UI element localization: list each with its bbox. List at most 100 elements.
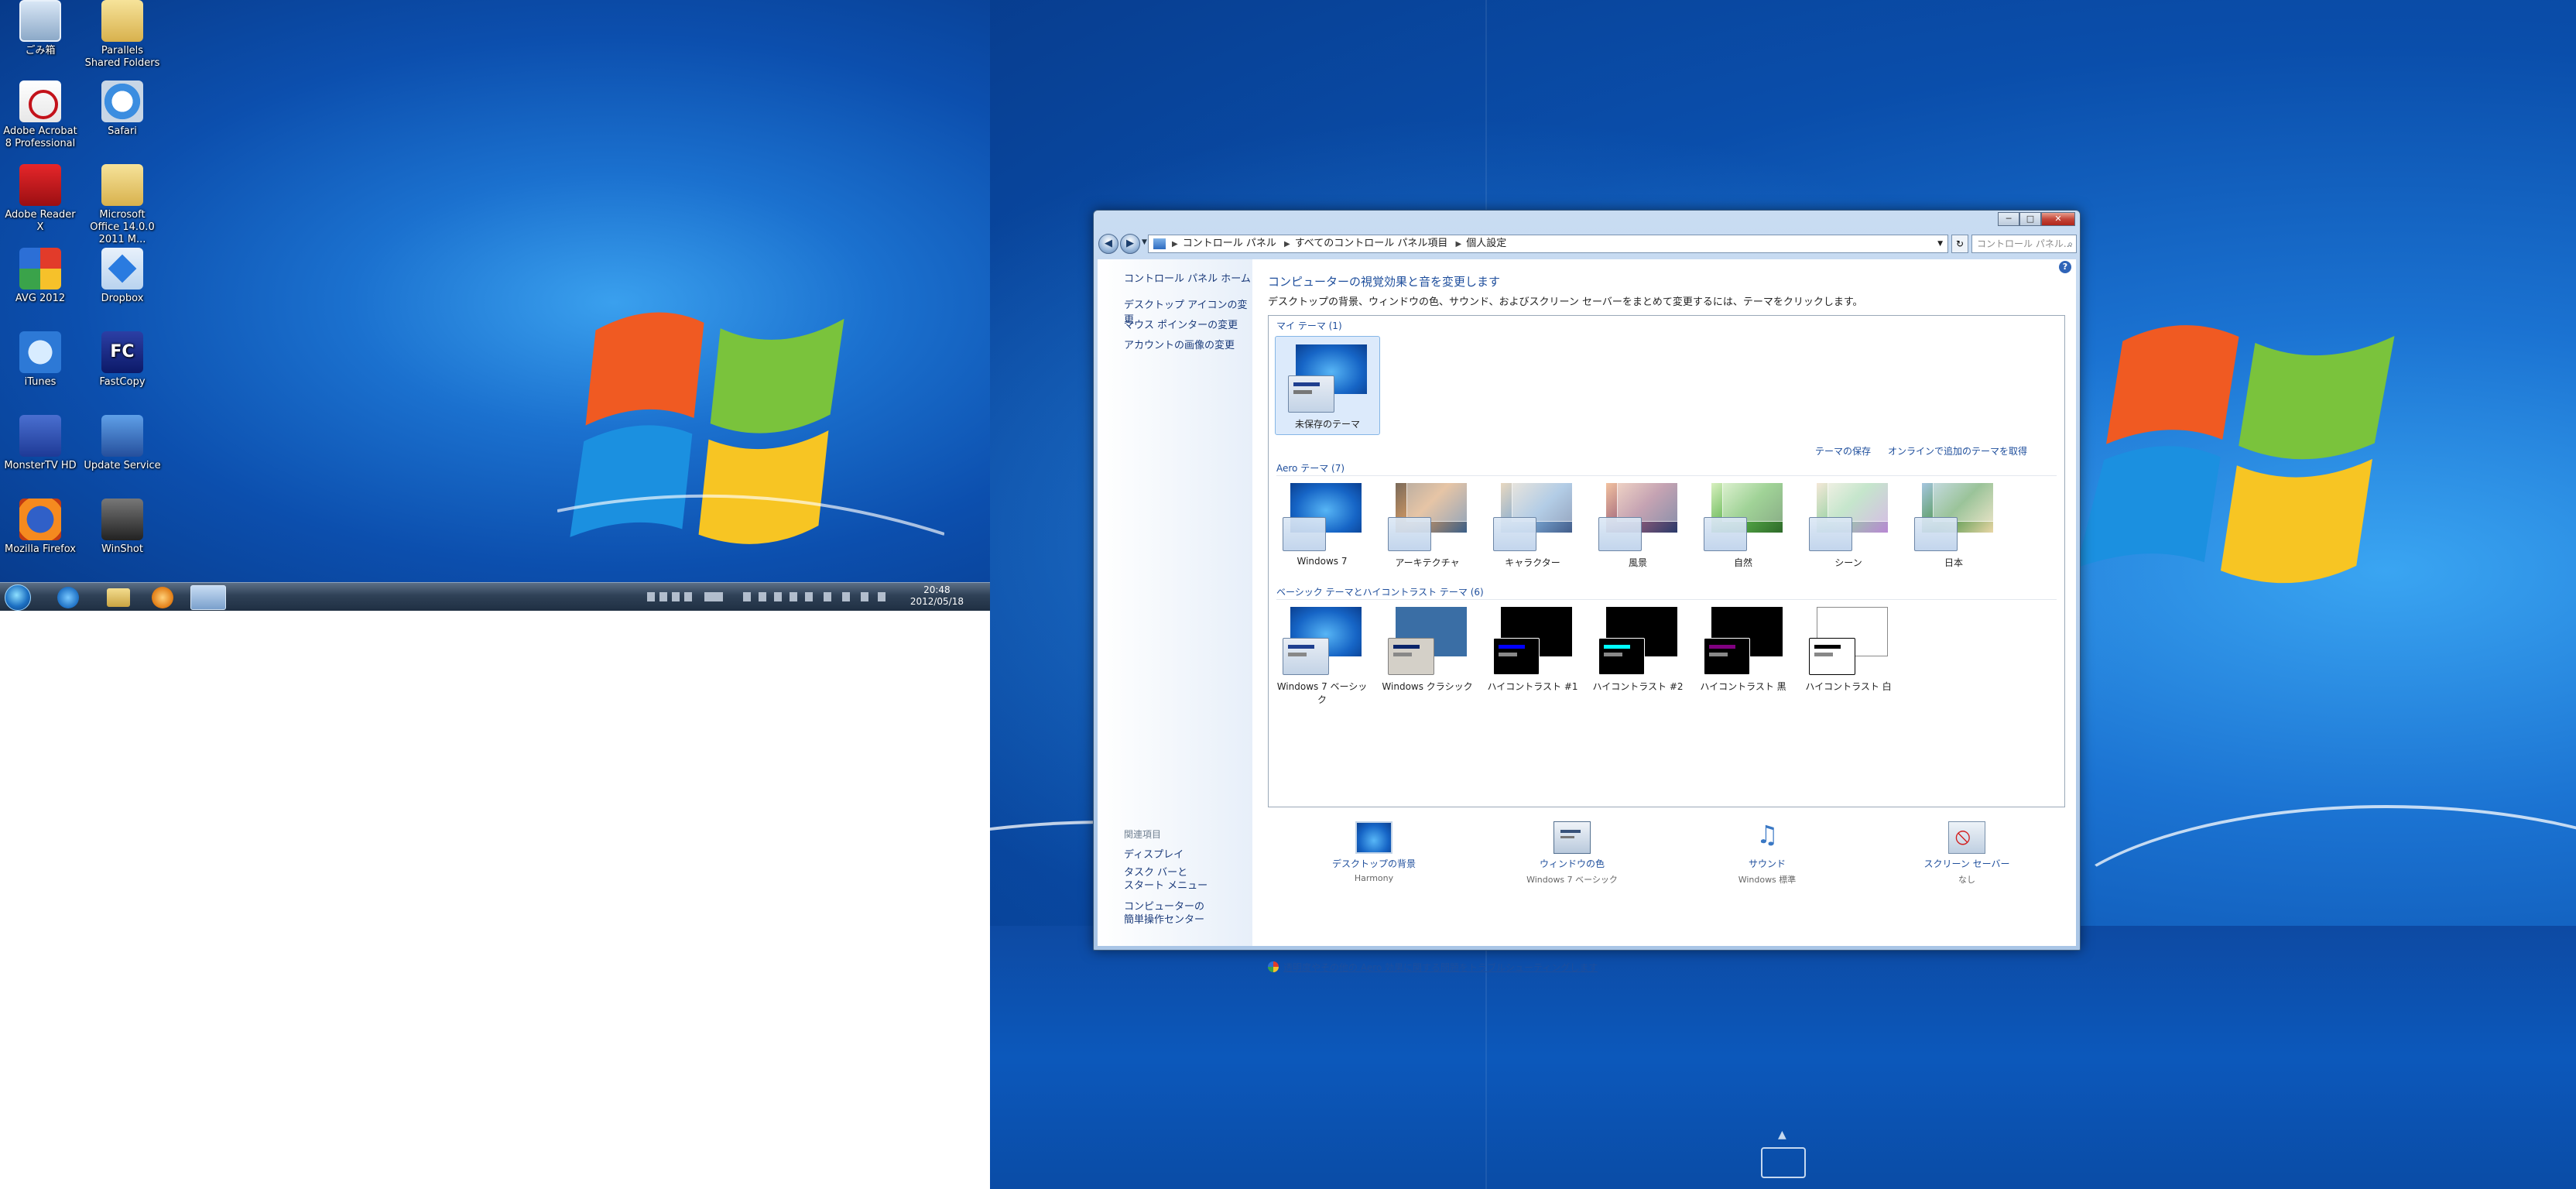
window-client-area: コントロール パネル ホーム デスクトップ アイコンの変更 マウス ポインターの… [1098, 259, 2076, 973]
theme-tile-unsaved[interactable]: 未保存のテーマ [1275, 336, 1380, 435]
recent-pages-chevron-icon[interactable]: ▼ [1142, 238, 1147, 246]
aero-theme-tile[interactable]: Windows 7 [1273, 481, 1371, 567]
media-player-taskbar-icon[interactable] [152, 587, 173, 608]
recycle-bin-icon [19, 0, 61, 42]
desktop-icon-fastcopy[interactable]: FC FastCopy [84, 331, 161, 389]
aero-theme-tile[interactable]: 日本 [1905, 477, 2002, 569]
desktop-icon-ms-office[interactable]: Microsoft Office 14.0.0 2011 M... [84, 164, 161, 246]
aero-theme-tile[interactable]: シーン [1800, 477, 1897, 569]
internet-explorer-taskbar-icon[interactable] [57, 587, 79, 608]
language-bar-icon[interactable] [704, 592, 723, 601]
breadcrumb-control-panel[interactable]: コントロール パネル [1183, 238, 1276, 249]
desktop-icon-label: Dropbox [101, 293, 144, 304]
change-account-picture-link[interactable]: アカウントの画像の変更 [1124, 337, 1235, 351]
aero-theme-tile[interactable]: キャラクター [1484, 477, 1581, 569]
troubleshoot-text: 透明度やその他の Aero 効果に関する問題をトラブルシューティングします [1283, 962, 1598, 973]
breadcrumb-all-items[interactable]: すべてのコントロール パネル項目 [1295, 238, 1448, 249]
desktop-icon-update-service[interactable]: Update Service [84, 415, 161, 472]
search-icon[interactable]: ⌕ [2067, 235, 2073, 252]
change-mouse-pointer-link[interactable]: マウス ポインターの変更 [1124, 317, 1238, 331]
tray-icon[interactable] [684, 592, 692, 601]
theme-label: 自然 [1733, 557, 1752, 568]
aero-theme-tile[interactable]: 自然 [1694, 477, 1792, 569]
basic-theme-tile[interactable]: ハイコントラスト #2 [1589, 605, 1687, 693]
tray-icon[interactable] [743, 592, 751, 601]
maximize-button[interactable]: □ [2019, 212, 2041, 226]
minimize-button[interactable]: ─ [1998, 212, 2019, 226]
desktop-icon-label: Parallels Shared Folders [84, 45, 160, 69]
touch-keyboard-icon[interactable] [1761, 1129, 1806, 1178]
tray-icon[interactable] [647, 592, 655, 601]
desktop-icon-acrobat[interactable]: Adobe Acrobat 8 Professional [2, 81, 79, 150]
flag-icon[interactable] [842, 592, 850, 601]
winshot-icon [101, 499, 143, 540]
tray-icon[interactable] [774, 592, 782, 601]
control-panel-taskbar-button[interactable] [190, 585, 226, 610]
desktop-icon-dropbox[interactable]: Dropbox [84, 248, 161, 305]
refresh-button[interactable]: ↻ [1951, 235, 1968, 253]
theme-thumbnail [1595, 605, 1680, 675]
personalization-window: ─ □ ✕ ◀ ▶ ▼ ▶ コントロール パネル ▶ すべてのコントロール パネル項… [1093, 210, 2081, 973]
theme-thumbnail [1279, 481, 1365, 551]
get-online-themes-link[interactable]: オンラインで追加のテーマを取得 [1888, 444, 2027, 457]
start-button[interactable] [5, 584, 31, 611]
volume-icon[interactable] [861, 592, 868, 601]
sound-icon [1749, 820, 1786, 854]
tray-icon[interactable] [759, 592, 766, 601]
setting-value: Windows 標準 [1738, 875, 1797, 885]
address-dropdown-icon[interactable]: ▼ [1937, 235, 1943, 252]
back-button[interactable]: ◀ [1098, 234, 1118, 254]
aero-troubleshoot-link[interactable]: 透明度やその他の Aero 効果に関する問題をトラブルシューティングします [1268, 961, 1598, 974]
setting-value: Windows 7 ベーシック [1526, 875, 1618, 885]
tray-icon[interactable] [672, 592, 680, 601]
basic-theme-tile[interactable]: ハイコントラスト 白 [1800, 605, 1897, 693]
desktop-icon-itunes[interactable]: iTunes [2, 331, 79, 389]
tray-icon[interactable] [659, 592, 667, 601]
ease-of-access-link[interactable]: コンピューターの 簡単操作センター [1124, 900, 1204, 927]
tray-icon[interactable] [790, 592, 797, 601]
display-link[interactable]: ディスプレイ [1124, 846, 1184, 861]
explorer-taskbar-icon[interactable] [107, 588, 130, 607]
setting-label: スクリーン セーバー [1923, 858, 2010, 869]
desktop-icon-label: WinShot [101, 543, 143, 555]
search-input[interactable]: コントロール パネル... ⌕ [1971, 235, 2077, 253]
window-color-setting[interactable]: ウィンドウの色 Windows 7 ベーシック [1506, 821, 1638, 886]
desktop-icon-monstertv[interactable]: MonsterTV HD [2, 415, 79, 472]
screen-saver-setting[interactable]: スクリーン セーバー なし [1901, 821, 2033, 886]
desktop-icon-winshot[interactable]: WinShot [84, 499, 161, 556]
desktop-icon-avg[interactable]: AVG 2012 [2, 248, 79, 305]
theme-label: アーキテクチャ [1395, 557, 1460, 568]
network-icon[interactable] [824, 592, 831, 601]
desktop-icon-safari[interactable]: Safari [84, 81, 161, 138]
desktop-icon-adobe-reader[interactable]: Adobe Reader X [2, 164, 79, 234]
forward-button[interactable]: ▶ [1120, 234, 1140, 254]
close-button[interactable]: ✕ [2041, 212, 2075, 226]
basic-theme-tile[interactable]: ハイコントラスト 黒 [1694, 605, 1792, 693]
theme-thumbnail [1806, 477, 1891, 551]
window-preview [1493, 638, 1540, 675]
sound-setting[interactable]: サウンド Windows 標準 [1701, 820, 1833, 886]
aero-theme-tile[interactable]: 風景 [1589, 477, 1687, 569]
desktop-background-setting[interactable]: デスクトップの背景 Harmony [1308, 821, 1440, 883]
breadcrumb-personalization[interactable]: 個人設定 [1466, 238, 1506, 249]
theme-thumbnail [1701, 477, 1786, 551]
tray-icon[interactable] [805, 592, 813, 601]
desktop-icon-parallels-shared[interactable]: Parallels Shared Folders [84, 0, 161, 70]
address-bar[interactable]: ▶ コントロール パネル ▶ すべてのコントロール パネル項目 ▶ 個人設定 ▼ [1148, 235, 1948, 253]
safari-icon [101, 81, 143, 122]
desktop-icon-firefox[interactable]: Mozilla Firefox [2, 499, 79, 556]
aero-theme-tile[interactable]: アーキテクチャ [1379, 477, 1476, 569]
desktop-icon-recycle-bin[interactable]: ごみ箱 [2, 0, 79, 57]
desktop-icon-label: Adobe Reader X [5, 209, 76, 233]
desktop-icon-label: ごみ箱 [25, 45, 56, 57]
basic-theme-tile[interactable]: Windows 7 ベーシック [1273, 605, 1371, 706]
basic-theme-tile[interactable]: Windows クラシック [1379, 605, 1476, 693]
taskbar-clock[interactable]: 20:48 2012/05/18 [910, 584, 964, 608]
theme-label: Windows 7 [1297, 556, 1348, 567]
control-panel-home-link[interactable]: コントロール パネル ホーム [1124, 270, 1251, 285]
battery-icon[interactable] [878, 592, 886, 601]
taskbar-start-menu-link[interactable]: タスク バーと スタート メニュー [1124, 866, 1208, 893]
shield-icon [1268, 961, 1279, 972]
save-theme-link[interactable]: テーマの保存 [1815, 444, 1871, 457]
basic-theme-tile[interactable]: ハイコントラスト #1 [1484, 605, 1581, 693]
